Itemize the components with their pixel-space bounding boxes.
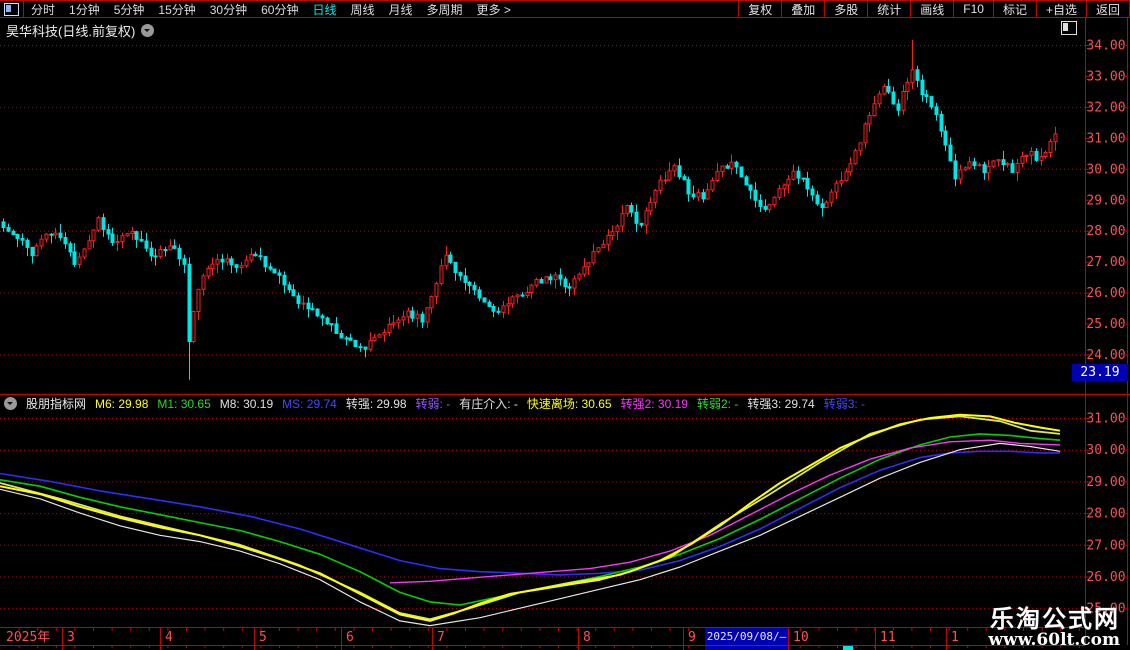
btn-overlay[interactable]: 叠加 bbox=[782, 1, 824, 18]
date-highlight-badge: 2025/09/08/— bbox=[705, 628, 788, 645]
btn-back[interactable]: 返回 bbox=[1087, 1, 1129, 18]
tab-more[interactable]: 更多 > bbox=[470, 1, 518, 18]
tab-60min[interactable]: 60分钟 bbox=[254, 1, 305, 18]
window-icon[interactable] bbox=[4, 3, 19, 16]
btn-add-watchlist[interactable]: +自选 bbox=[1037, 1, 1086, 18]
svg-text:9: 9 bbox=[688, 630, 696, 645]
btn-multi-stock[interactable]: 多股 bbox=[825, 1, 867, 18]
tab-1min[interactable]: 1分钟 bbox=[62, 1, 107, 18]
svg-text:31.00: 31.00 bbox=[1086, 131, 1125, 146]
indicator-value-zhuanruo3: 转弱3: - bbox=[824, 396, 865, 411]
chart-canvas[interactable]: 34.00 33.00 32.00 31.00 30.00 29.00 28.00 27.00… bbox=[0, 0, 1130, 650]
svg-text:33.00: 33.00 bbox=[1086, 69, 1125, 84]
indicator-value-zhuanqiang2: 转强2: 30.19 bbox=[621, 396, 688, 411]
svg-text:26.00: 26.00 bbox=[1086, 570, 1125, 585]
svg-text:25.00: 25.00 bbox=[1086, 317, 1125, 332]
svg-text:29.00: 29.00 bbox=[1086, 193, 1125, 208]
svg-text:29.00: 29.00 bbox=[1086, 475, 1125, 490]
trading-app-window: 34.00 33.00 32.00 31.00 30.00 29.00 28.00 27.00… bbox=[0, 0, 1130, 650]
tab-15min[interactable]: 15分钟 bbox=[151, 1, 202, 18]
svg-text:4: 4 bbox=[165, 630, 173, 645]
svg-text:7: 7 bbox=[437, 630, 445, 645]
indicator-value-zhuanruo2: 转弱2: - bbox=[697, 396, 738, 411]
last-price-badge: 23.19 bbox=[1072, 364, 1128, 381]
svg-text:11: 11 bbox=[880, 630, 896, 645]
watermark-url: www.60lt.com bbox=[988, 632, 1120, 649]
top-toolbar: 分时 1分钟 5分钟 15分钟 30分钟 60分钟 日线 周线 月线 多周期 更… bbox=[0, 0, 1130, 18]
tab-daily[interactable]: 日线 bbox=[305, 1, 343, 18]
tab-fenshi[interactable]: 分时 bbox=[24, 1, 62, 18]
svg-text:30.00: 30.00 bbox=[1086, 162, 1125, 177]
stock-title-row: 昊华科技(日线.前复权) bbox=[6, 21, 154, 40]
tab-5min[interactable]: 5分钟 bbox=[107, 1, 152, 18]
svg-text:28.00: 28.00 bbox=[1086, 224, 1125, 239]
tab-monthly[interactable]: 月线 bbox=[382, 1, 420, 18]
indicator-name[interactable]: 股朋指标网 bbox=[26, 396, 86, 411]
svg-text:3: 3 bbox=[67, 630, 75, 645]
btn-drawline[interactable]: 画线 bbox=[911, 1, 953, 18]
indicator-value-m8: M8: 30.19 bbox=[220, 397, 273, 411]
indicator-value-zhuanruo: 转弱: - bbox=[416, 396, 451, 411]
tab-weekly[interactable]: 周线 bbox=[343, 1, 381, 18]
svg-text:27.00: 27.00 bbox=[1086, 255, 1125, 270]
svg-text:1: 1 bbox=[951, 630, 959, 645]
indicator-chevron-down-icon[interactable] bbox=[4, 397, 17, 410]
stock-title[interactable]: 昊华科技(日线.前复权) bbox=[6, 21, 135, 40]
svg-text:31.00: 31.00 bbox=[1086, 412, 1125, 427]
svg-text:27.00: 27.00 bbox=[1086, 538, 1125, 553]
svg-text:28.00: 28.00 bbox=[1086, 507, 1125, 522]
indicator-value-m1: M1: 30.65 bbox=[157, 397, 210, 411]
btn-stats[interactable]: 统计 bbox=[868, 1, 910, 18]
watermark: 乐淘公式网 www.60lt.com bbox=[988, 608, 1120, 649]
svg-text:5: 5 bbox=[259, 630, 267, 645]
btn-f10[interactable]: F10 bbox=[954, 2, 993, 16]
svg-text:6: 6 bbox=[346, 630, 354, 645]
svg-text:26.00: 26.00 bbox=[1086, 286, 1125, 301]
svg-text:32.00: 32.00 bbox=[1086, 100, 1125, 115]
btn-fuquan[interactable]: 复权 bbox=[739, 1, 781, 18]
indicator-header: 股朋指标网 M6: 29.98 M1: 30.65 M8: 30.19 MS: … bbox=[4, 396, 1080, 411]
svg-text:10: 10 bbox=[793, 630, 809, 645]
indicator-value-m6: M6: 29.98 bbox=[95, 397, 148, 411]
indicator-value-kuaisulichang: 快速离场: 30.65 bbox=[527, 396, 612, 411]
toolbar-right-group: 复权 叠加 多股 统计 画线 F10 标记 +自选 返回 bbox=[738, 1, 1130, 17]
indicator-value-youzhuangjieru: 有庄介入: - bbox=[459, 396, 518, 411]
pane-layout-icon[interactable] bbox=[1061, 21, 1077, 35]
svg-text:34.00: 34.00 bbox=[1086, 39, 1125, 54]
tab-multi-period[interactable]: 多周期 bbox=[420, 1, 470, 18]
svg-text:8: 8 bbox=[583, 630, 591, 645]
svg-text:2025年: 2025年 bbox=[6, 630, 50, 645]
indicator-value-ms: MS: 29.74 bbox=[282, 397, 337, 411]
indicator-value-zhuanqiang3: 转强3: 29.74 bbox=[747, 396, 814, 411]
watermark-site-name: 乐淘公式网 bbox=[988, 608, 1120, 632]
chevron-down-icon[interactable] bbox=[141, 24, 154, 37]
btn-mark[interactable]: 标记 bbox=[994, 1, 1036, 18]
svg-text:24.00: 24.00 bbox=[1086, 348, 1125, 363]
indicator-value-zhuanqiang: 转强: 29.98 bbox=[346, 396, 407, 411]
tab-30min[interactable]: 30分钟 bbox=[203, 1, 254, 18]
svg-text:30.00: 30.00 bbox=[1086, 443, 1125, 458]
